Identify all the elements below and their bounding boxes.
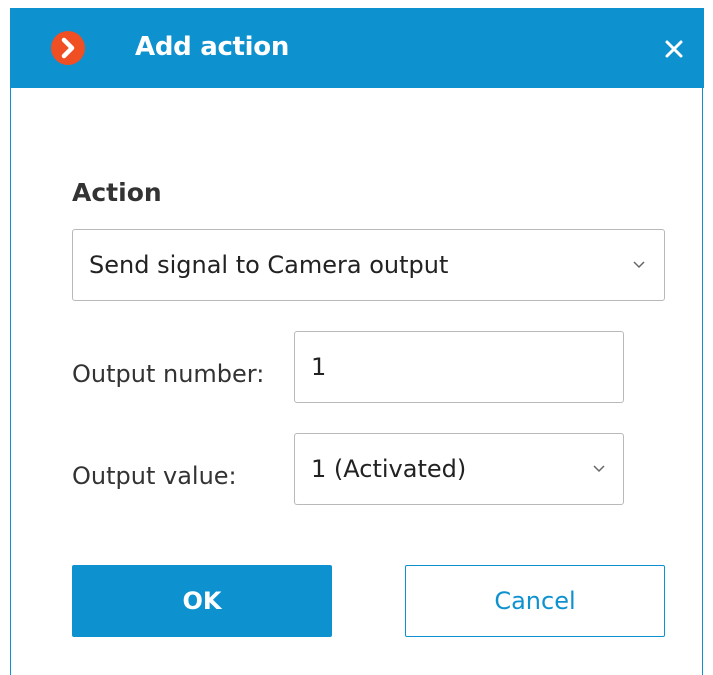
dialog-title: Add action [135,32,290,62]
action-section-label: Action [72,178,162,207]
output-number-value: 1 [311,353,327,381]
action-type-select[interactable]: Send signal to Camera output [72,229,665,301]
cancel-button[interactable]: Cancel [405,565,665,637]
output-value-select[interactable]: 1 (Activated) [294,433,624,505]
chevron-down-icon [593,465,605,473]
chevron-down-icon [633,261,645,269]
dialog-titlebar: Add action [11,8,704,88]
ok-button[interactable]: OK [72,565,332,637]
output-value-select-value: 1 (Activated) [311,455,467,483]
macroscop-chevron-logo-icon [51,31,85,65]
action-type-select-value: Send signal to Camera output [89,251,449,279]
add-action-dialog: Add action Action Send signal to Camera … [10,8,704,675]
output-number-label: Output number: [72,360,265,388]
close-icon[interactable] [659,34,689,64]
output-number-input[interactable]: 1 [294,331,624,403]
output-value-label: Output value: [72,462,237,490]
